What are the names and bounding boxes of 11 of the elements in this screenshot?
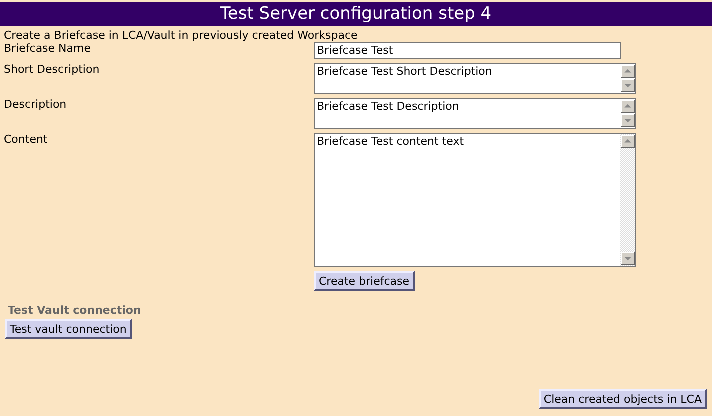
- field-label: Briefcase Name: [3, 42, 92, 55]
- test-connection-button[interactable]: Test vault connection: [5, 319, 132, 339]
- clean-objects-button[interactable]: Clean created objects in LCA: [538, 389, 707, 409]
- intro-text: Create a Briefcase in LCA/Vault in previously created Workspace: [3, 28, 359, 42]
- create-briefcase-button[interactable]: Create briefcase: [314, 271, 415, 291]
- field-label: Content: [3, 133, 49, 146]
- page-title: Test Server configuration step 4: [0, 2, 712, 26]
- briefcase-name-field[interactable]: Briefcase Test: [314, 42, 621, 59]
- field-label: Description: [3, 98, 68, 111]
- section-heading: Test Vault connection: [8, 304, 142, 317]
- field-label: Short Description: [3, 63, 101, 76]
